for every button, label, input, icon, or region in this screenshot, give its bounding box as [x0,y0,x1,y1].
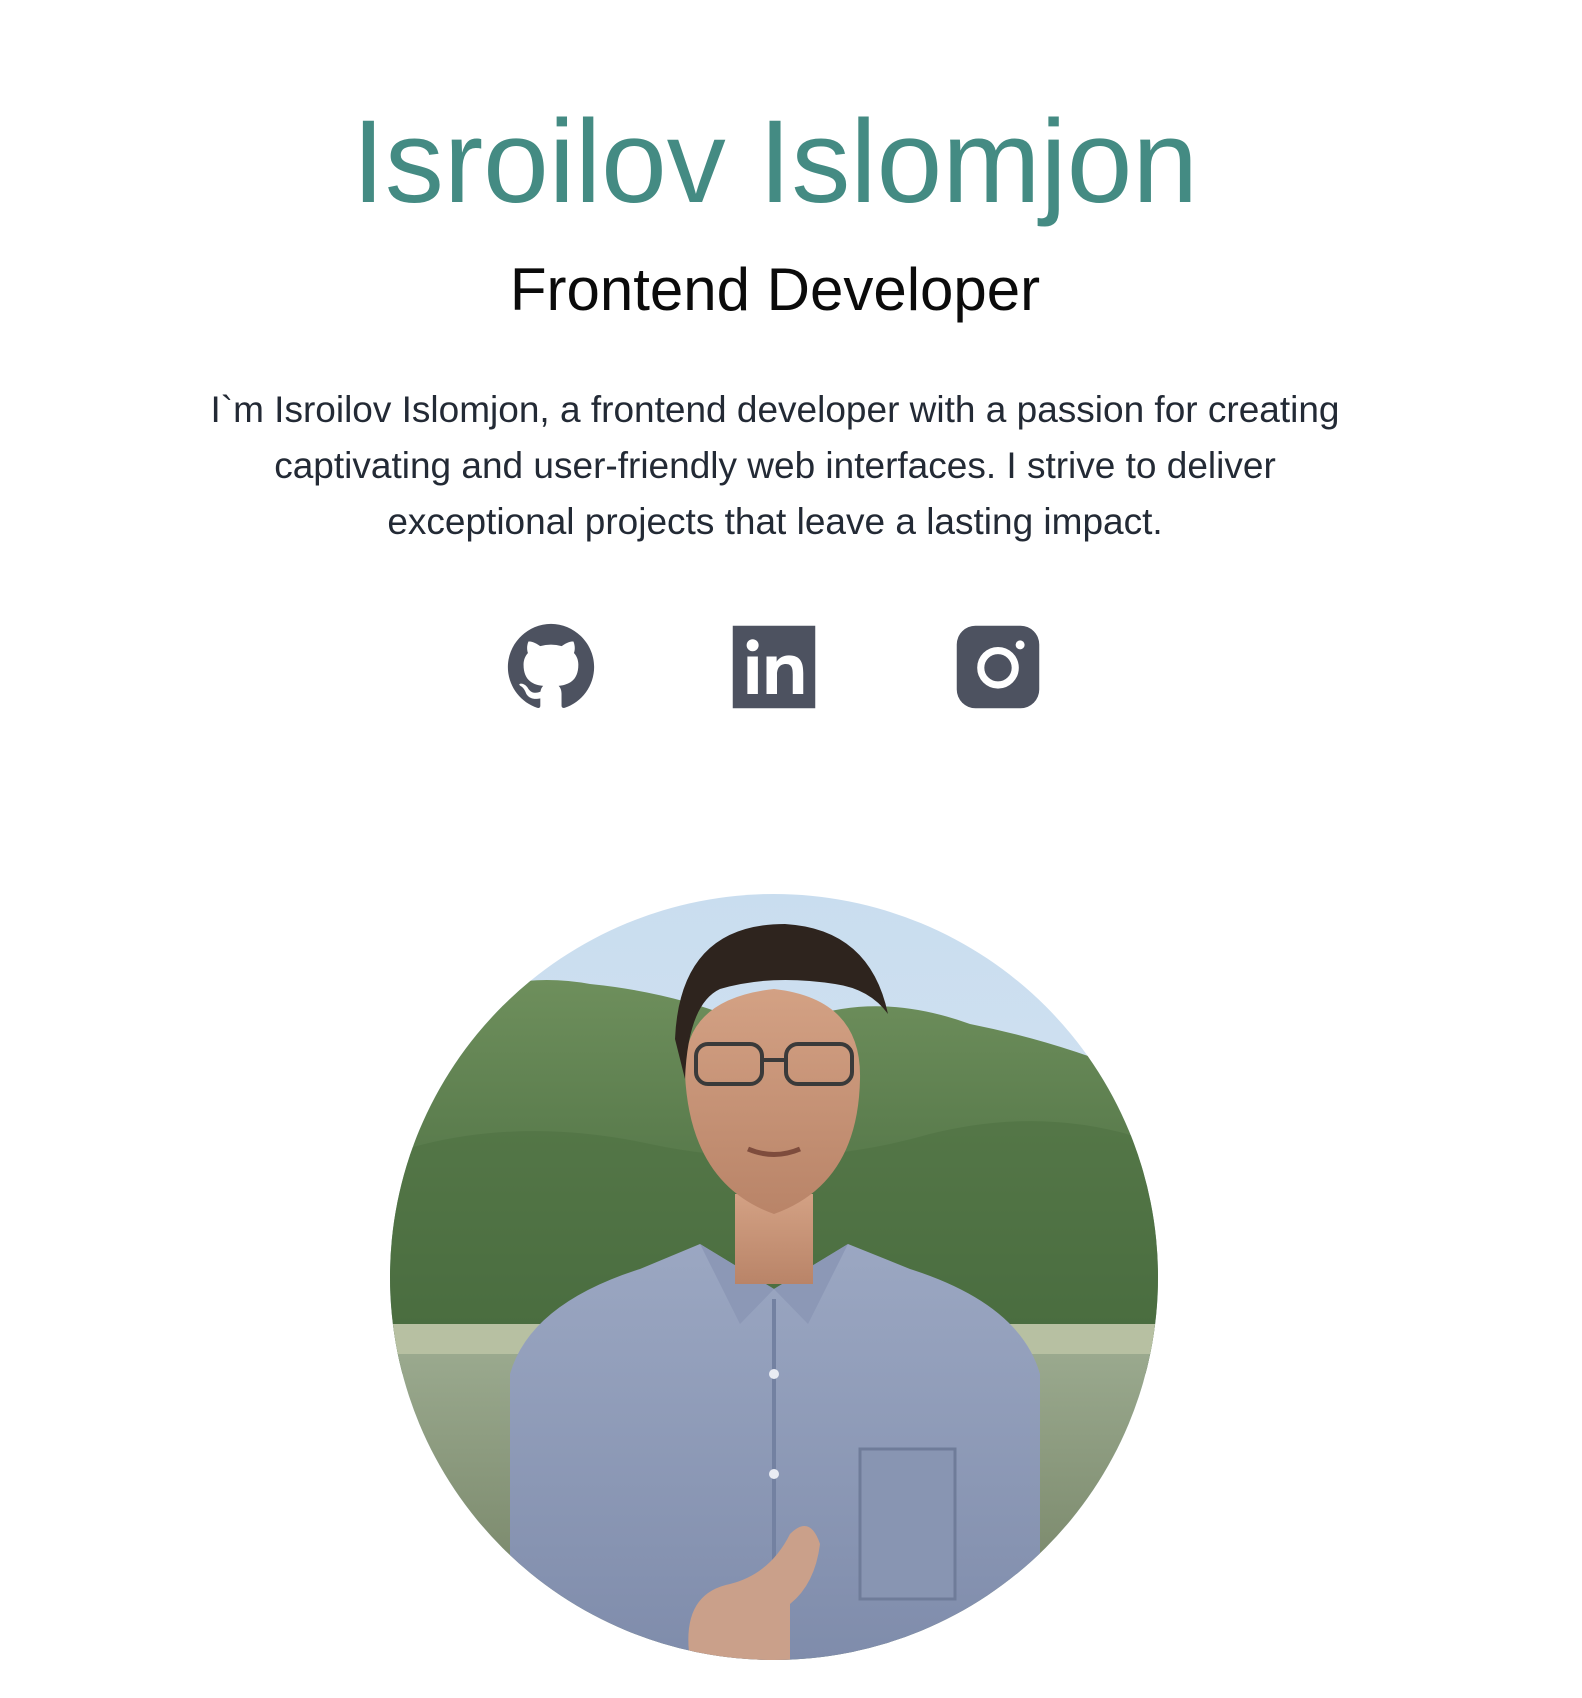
job-title: Frontend Developer [509,256,1041,323]
hero-section: Isroilov Islomjon Frontend Developer I`m… [0,0,1582,1698]
github-icon [506,622,596,712]
bio-text: I`m Isroilov Islomjon, a frontend develo… [210,389,1340,542]
github-link[interactable] [506,622,596,712]
linkedin-icon [729,622,819,712]
social-links [0,622,1582,712]
instagram-icon [953,622,1043,712]
avatar [390,894,1158,1660]
linkedin-link[interactable] [729,622,819,712]
instagram-link[interactable] [953,622,1043,712]
profile-photo [390,894,1158,1660]
page-title: Isroilov Islomjon [352,96,1198,228]
